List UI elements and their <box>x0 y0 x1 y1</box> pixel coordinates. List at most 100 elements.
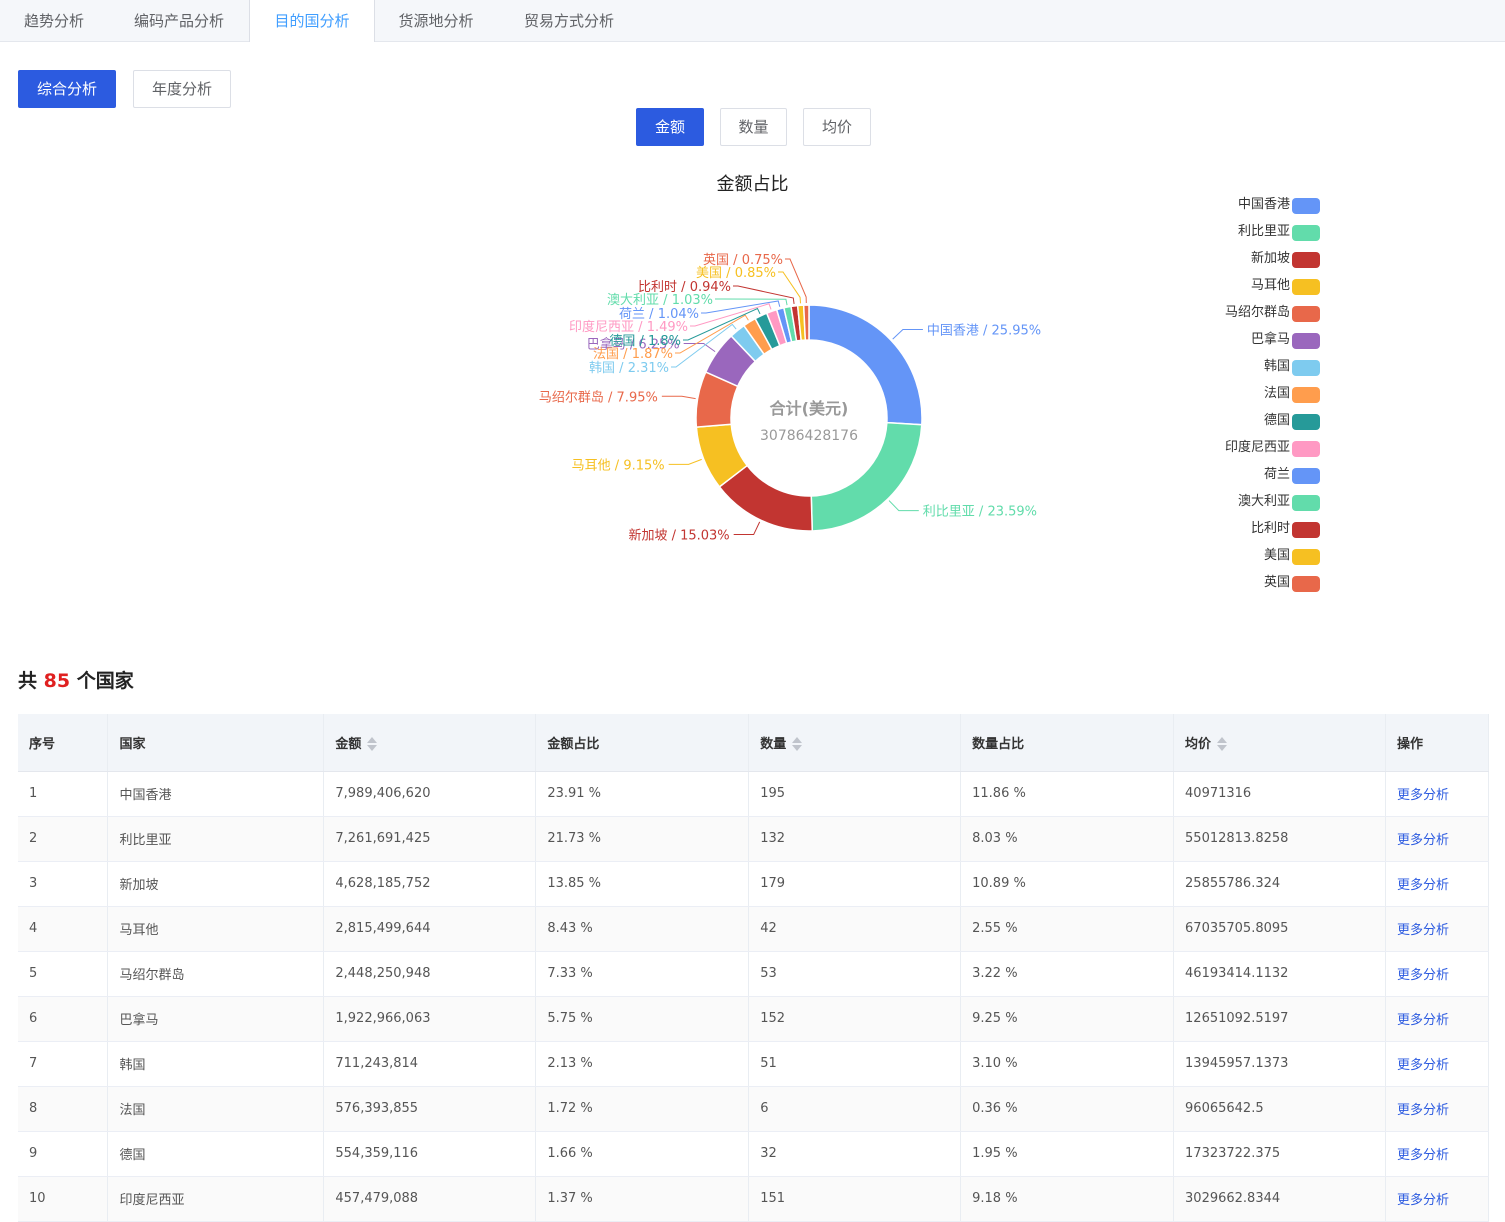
slice-label: 韩国 / 2.31% <box>589 361 669 376</box>
cell-quantity-share: 1.95 % <box>972 1146 1018 1161</box>
cell-quantity-share: 2.55 % <box>972 921 1018 936</box>
header-avg-price-label: 均价 <box>1185 736 1212 752</box>
legend-item[interactable]: 巴拿马 <box>1150 331 1320 358</box>
cell-amount-share: 23.91 % <box>547 786 602 801</box>
legend-item[interactable]: 新加坡 <box>1150 250 1320 277</box>
table-row: 10 印度尼西亚 457,479,088 1.37 % 151 9.18 % 3029662… <box>18 1176 1490 1222</box>
slice-label: 法国 / 1.87% <box>593 347 673 362</box>
table-row: 1 中国香港 7,989,406,620 23.91 % 195 11.86 % 40971… <box>18 771 1490 817</box>
cell-avg-price: 46193414.1132 <box>1185 966 1289 981</box>
legend-item[interactable]: 马绍尔群岛 <box>1150 304 1320 331</box>
legend-item[interactable]: 澳大利亚 <box>1150 493 1320 520</box>
header-amount[interactable]: 金额 <box>323 714 537 772</box>
cell-avg-price: 3029662.8344 <box>1185 1191 1281 1206</box>
more-analysis-link[interactable]: 更多分析 <box>1397 1103 1449 1118</box>
cell-quantity: 151 <box>760 1191 786 1206</box>
more-analysis-link[interactable]: 更多分析 <box>1397 968 1449 983</box>
legend-item[interactable]: 马耳他 <box>1150 277 1320 304</box>
legend-item[interactable]: 利比里亚 <box>1150 223 1320 250</box>
donut-center-value: 30786428176 <box>760 428 858 444</box>
more-analysis-link[interactable]: 更多分析 <box>1397 788 1449 803</box>
country-table: 序号 国家 金额 金额占比 数量 数量占比 均价 操作 1 中国香港 7,989,4… <box>18 714 1490 1222</box>
slice-label: 比利时 / 0.94% <box>638 280 731 295</box>
cell-country: 韩国 <box>119 1058 146 1073</box>
more-analysis-link[interactable]: 更多分析 <box>1397 1058 1449 1073</box>
cell-amount: 4,628,185,752 <box>335 876 431 891</box>
cell-index: 4 <box>29 921 38 936</box>
more-analysis-link[interactable]: 更多分析 <box>1397 878 1449 893</box>
cell-index: 5 <box>29 966 38 981</box>
cell-avg-price: 67035705.8095 <box>1185 921 1289 936</box>
chart-legend: 中国香港利比里亚新加坡 马耳他 马绍尔群岛 巴拿马 韩国 法国德国 印度尼西亚 荷兰 澳大利亚比… <box>1150 196 1320 601</box>
cell-amount: 7,261,691,425 <box>335 831 431 846</box>
count-prefix: 共 <box>18 670 38 692</box>
legend-label: 法国 <box>1263 386 1290 401</box>
cell-quantity-share: 8.03 % <box>972 831 1018 846</box>
legend-swatch <box>1292 468 1320 484</box>
legend-swatch <box>1292 387 1320 403</box>
legend-swatch <box>1292 522 1320 538</box>
legend-label: 中国香港 <box>1237 197 1290 212</box>
legend-swatch <box>1292 576 1320 592</box>
slice-label: 荷兰 / 1.04% <box>619 307 699 322</box>
legend-item[interactable]: 美国 <box>1150 547 1320 574</box>
legend-label: 利比里亚 <box>1237 224 1290 239</box>
header-avg-price[interactable]: 均价 <box>1173 714 1386 772</box>
sort-icon[interactable] <box>792 736 803 752</box>
cell-quantity: 195 <box>760 786 786 801</box>
slice-label: 马绍尔群岛 / 7.95% <box>539 389 658 405</box>
cell-quantity: 179 <box>760 876 786 891</box>
more-analysis-link[interactable]: 更多分析 <box>1397 833 1449 848</box>
cell-amount-share: 8.43 % <box>547 921 593 936</box>
header-amount-label: 金额 <box>335 736 362 752</box>
legend-item[interactable]: 比利时 <box>1150 520 1320 547</box>
cell-index: 6 <box>29 1011 38 1026</box>
cell-country: 利比里亚 <box>119 833 172 848</box>
cell-index: 10 <box>29 1191 46 1206</box>
cell-quantity: 42 <box>760 921 777 936</box>
cell-country: 中国香港 <box>119 788 172 803</box>
legend-item[interactable]: 法国 <box>1150 385 1320 412</box>
cell-amount: 7,989,406,620 <box>335 786 431 801</box>
more-analysis-link[interactable]: 更多分析 <box>1397 1013 1449 1028</box>
legend-swatch <box>1292 225 1320 241</box>
header-quantity-label: 数量 <box>760 736 787 752</box>
sort-icon[interactable] <box>367 736 378 752</box>
sort-icon[interactable] <box>1217 736 1228 752</box>
cell-amount-share: 1.37 % <box>547 1191 593 1206</box>
cell-quantity: 132 <box>760 831 786 846</box>
legend-item[interactable]: 中国香港 <box>1150 196 1320 223</box>
cell-quantity-share: 9.25 % <box>972 1011 1018 1026</box>
cell-quantity: 51 <box>760 1056 777 1071</box>
legend-swatch <box>1292 333 1320 349</box>
legend-swatch <box>1292 306 1320 322</box>
cell-amount-share: 1.66 % <box>547 1146 593 1161</box>
legend-swatch <box>1292 549 1320 565</box>
cell-avg-price: 13945957.1373 <box>1185 1056 1289 1071</box>
header-quantity[interactable]: 数量 <box>748 714 962 772</box>
cell-quantity: 53 <box>760 966 777 981</box>
cell-country: 新加坡 <box>119 878 159 893</box>
cell-amount: 2,448,250,948 <box>335 966 431 981</box>
cell-country: 法国 <box>119 1103 146 1118</box>
more-analysis-link[interactable]: 更多分析 <box>1397 923 1449 938</box>
legend-item[interactable]: 英国 <box>1150 574 1320 601</box>
more-analysis-link[interactable]: 更多分析 <box>1397 1148 1449 1163</box>
cell-country: 德国 <box>119 1148 146 1163</box>
more-analysis-link[interactable]: 更多分析 <box>1397 1193 1449 1208</box>
cell-country: 马绍尔群岛 <box>119 968 185 983</box>
slice-label: 英国 / 0.75% <box>703 253 783 268</box>
legend-label: 美国 <box>1263 548 1290 563</box>
table-row: 2 利比里亚 7,261,691,425 21.73 % 132 8.03 % 550128… <box>18 816 1490 862</box>
legend-item[interactable]: 印度尼西亚 <box>1150 439 1320 466</box>
cell-index: 8 <box>29 1101 38 1116</box>
table-row: 4 马耳他 2,815,499,644 8.43 % 42 2.55 % 67035705.… <box>18 906 1490 952</box>
legend-item[interactable]: 德国 <box>1150 412 1320 439</box>
pie-slice[interactable] <box>802 304 810 341</box>
country-count: 共 85 个国家 <box>18 666 134 693</box>
cell-quantity-share: 3.10 % <box>972 1056 1018 1071</box>
legend-item[interactable]: 韩国 <box>1150 358 1320 385</box>
cell-avg-price: 17323722.375 <box>1185 1146 1281 1161</box>
legend-item[interactable]: 荷兰 <box>1150 466 1320 493</box>
cell-index: 1 <box>29 786 38 801</box>
